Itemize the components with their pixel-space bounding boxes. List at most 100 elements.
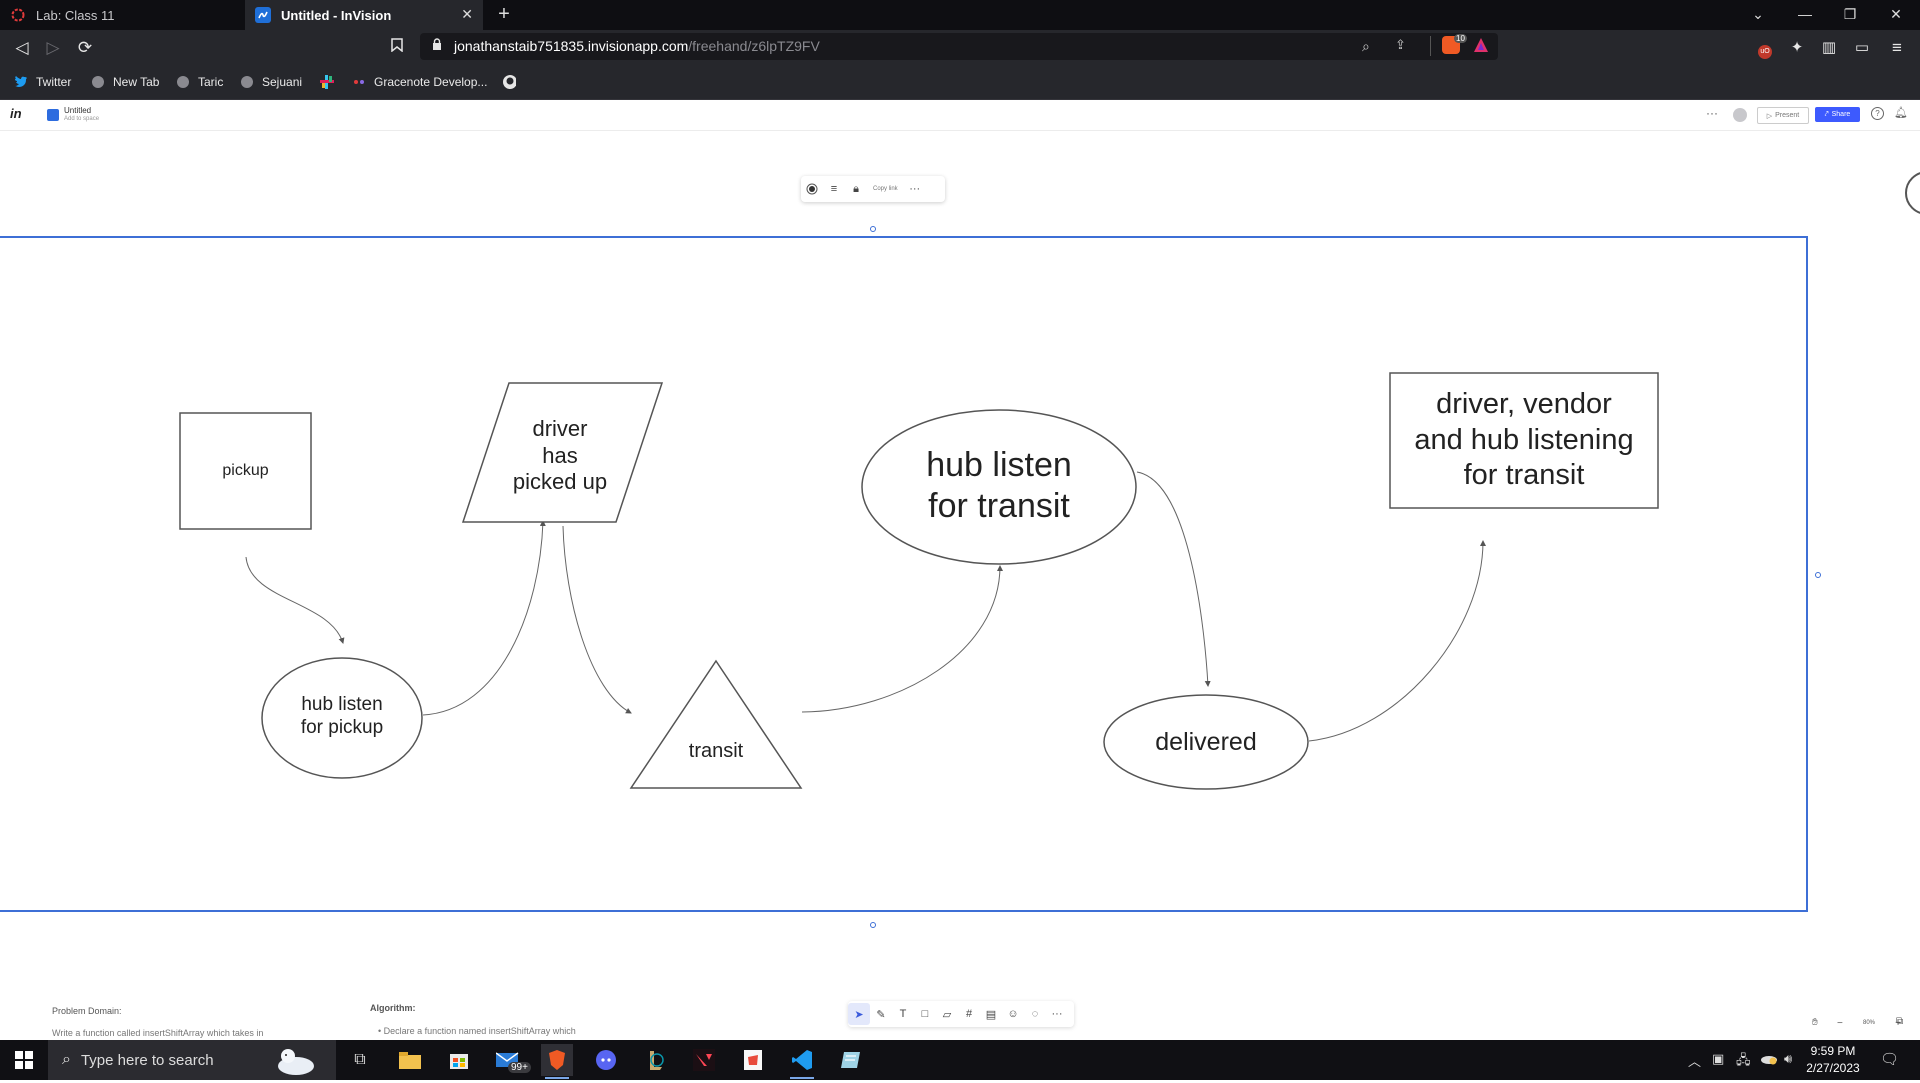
windows-start-icon[interactable]	[8, 1044, 40, 1076]
listening-label[interactable]: driver, vendor and hub listening for tra…	[1390, 373, 1658, 508]
twitter-bird-icon	[14, 75, 28, 89]
notifications-bell-icon[interactable]: 🔔︎	[1894, 106, 1908, 119]
menu-hamburger-icon[interactable]: ≡	[1885, 36, 1909, 60]
hand-tool-icon[interactable]: ✋︎	[1812, 1017, 1818, 1028]
close-tab-icon[interactable]: ✕	[461, 6, 473, 23]
close-window-button[interactable]: ✕	[1886, 4, 1906, 24]
problem-domain-heading[interactable]: Problem Domain:	[52, 1006, 122, 1016]
algorithm-text[interactable]: • Declare a function named insertShiftAr…	[378, 1026, 576, 1036]
brave-rewards-icon[interactable]	[1473, 37, 1489, 58]
minimap-icon[interactable]: ⧉	[1896, 1016, 1903, 1027]
task-view-icon[interactable]: ⧉	[344, 1044, 376, 1076]
hub-pickup-label[interactable]: hub listen for pickup	[272, 676, 412, 756]
search-placeholder: Type here to search	[80, 1051, 214, 1069]
help-icon[interactable]: ?	[1871, 107, 1884, 120]
bookmark-github[interactable]	[502, 72, 524, 92]
wallet-icon[interactable]: ▭	[1850, 36, 1874, 60]
bookmark-sejuani[interactable]: Sejuani	[240, 72, 302, 92]
transit-label[interactable]: transit	[656, 721, 776, 781]
driver-line-2: has	[542, 442, 578, 468]
bookmark-label: Taric	[198, 75, 224, 89]
reload-button[interactable]: ⟳	[73, 36, 97, 60]
bookmark-gracenote[interactable]: Gracenote Develop...	[352, 72, 487, 92]
tab-label: Lab: Class 11	[36, 7, 115, 23]
network-icon[interactable]: 🖧︎	[1736, 1051, 1751, 1073]
notification-center-icon[interactable]: 🗨︎	[1880, 1050, 1899, 1068]
back-button[interactable]: ◁	[10, 36, 34, 60]
frame-tool-icon[interactable]: #	[958, 1003, 980, 1025]
driver-label[interactable]: driver has picked up	[480, 401, 640, 511]
tray-overflow-chevron-icon[interactable]: ︿	[1688, 1051, 1701, 1070]
address-bar[interactable]: jonathanstaib751835.invisionapp.com/free…	[420, 33, 1498, 60]
hub-transit-line-2: for transit	[928, 487, 1070, 525]
select-pointer-icon[interactable]: ➤	[848, 1003, 870, 1025]
delivered-label[interactable]: delivered	[1110, 716, 1302, 768]
taskbar-search-box[interactable]: ⌕ Type here to search	[48, 1040, 336, 1080]
bookmark-new-tab[interactable]: New Tab	[91, 72, 159, 92]
bookmark-twitter[interactable]: Twitter	[14, 72, 71, 92]
pen-icon[interactable]: ✎	[870, 1003, 892, 1025]
file-explorer-icon[interactable]	[394, 1044, 426, 1076]
clock[interactable]: 9:59 PM 2/27/2023	[1806, 1044, 1860, 1075]
zoom-out-button[interactable]: −	[1837, 1018, 1843, 1029]
league-of-legends-icon[interactable]	[639, 1044, 671, 1076]
doc-title[interactable]: Untitled	[64, 106, 91, 115]
problem-domain-text[interactable]: Write a function called insertShiftArray…	[52, 1028, 263, 1038]
ublock-extension-icon[interactable]: uO	[1753, 36, 1777, 60]
present-button[interactable]: ▷ Present	[1757, 107, 1809, 124]
new-tab-button[interactable]: +	[494, 4, 514, 24]
sidebar-icon[interactable]: ▥	[1817, 36, 1841, 60]
riot-client-icon[interactable]	[737, 1044, 769, 1076]
invision-header: in Untitled Add to space ··· ▷ Present ⤤ S…	[0, 100, 1920, 131]
zoom-level[interactable]: 80%	[1863, 1020, 1875, 1026]
slack-icon	[320, 75, 334, 89]
volume-icon[interactable]: 🔊︎	[1784, 1051, 1792, 1067]
connector-driver-to-transit	[562, 525, 632, 714]
zoom-icon[interactable]: ⌕	[1362, 38, 1370, 55]
share-button[interactable]: ⤤ Share	[1815, 107, 1860, 122]
bookmark-slack[interactable]	[320, 72, 342, 92]
tab-invision[interactable]: Untitled - InVision ✕	[245, 0, 483, 30]
tab-search-chevron-icon[interactable]: ⌄	[1748, 4, 1768, 24]
mail-icon[interactable]: 99+	[492, 1044, 531, 1076]
avatar[interactable]	[1733, 108, 1747, 122]
more-options-icon[interactable]: ···	[1706, 106, 1718, 120]
forward-button[interactable]: ▷	[41, 36, 65, 60]
share-page-icon[interactable]: ⇪	[1395, 37, 1406, 53]
hub-transit-label[interactable]: hub listen for transit	[879, 421, 1119, 551]
extensions-puzzle-icon[interactable]: ✦	[1785, 36, 1809, 60]
notes-app-icon[interactable]	[835, 1044, 867, 1076]
freehand-canvas[interactable]: ≡ 🔒︎ Copy link ··· pickup driver has pic…	[0, 131, 1920, 1039]
globe-icon	[91, 75, 105, 89]
valorant-icon[interactable]	[688, 1044, 720, 1076]
invision-logo[interactable]: in	[10, 106, 22, 121]
minimize-button[interactable]: —	[1795, 4, 1815, 24]
bookmark-icon[interactable]	[385, 36, 409, 60]
brave-browser-icon[interactable]	[541, 1044, 573, 1079]
pickup-label[interactable]: pickup	[180, 413, 311, 529]
restore-button[interactable]: ❐	[1840, 4, 1860, 24]
vscode-icon[interactable]	[786, 1044, 818, 1079]
microsoft-store-icon[interactable]	[443, 1044, 475, 1076]
bookmark-taric[interactable]: Taric	[176, 72, 223, 92]
more-tools-icon[interactable]: ···	[1046, 1003, 1068, 1025]
algorithm-heading[interactable]: Algorithm:	[370, 1003, 416, 1013]
meet-now-icon[interactable]: ▣	[1712, 1051, 1724, 1067]
url-text: jonathanstaib751835.invisionapp.com/free…	[454, 38, 820, 54]
tab-lab-class-11[interactable]: Lab: Class 11	[0, 0, 245, 30]
onedrive-warning-icon[interactable]	[1760, 1051, 1778, 1070]
clock-date: 2/27/2023	[1806, 1061, 1860, 1075]
text-tool-icon[interactable]: T	[892, 1003, 914, 1025]
discord-icon[interactable]	[590, 1044, 622, 1076]
hub-pickup-line-2: for pickup	[300, 717, 384, 738]
emoji-sticker-icon[interactable]: ☺	[1002, 1003, 1024, 1025]
add-to-space-link[interactable]: Add to space	[64, 116, 99, 122]
comment-card-icon[interactable]: ▤	[980, 1003, 1002, 1025]
chat-bubble-icon[interactable]: ◌	[1024, 1003, 1046, 1025]
shape-tool-icon[interactable]: □	[914, 1003, 936, 1025]
listening-line-1: driver, vendor	[1436, 388, 1612, 421]
play-icon: ▷	[1766, 112, 1773, 120]
windows-taskbar: ⌕ Type here to search ⧉ 99+ ︿ ▣ 🖧︎ 🔊︎ 9:…	[0, 1040, 1920, 1080]
algorithm-line: Declare a function named insertShiftArra…	[383, 1026, 576, 1036]
sticky-note-icon[interactable]: ▱	[936, 1003, 958, 1025]
